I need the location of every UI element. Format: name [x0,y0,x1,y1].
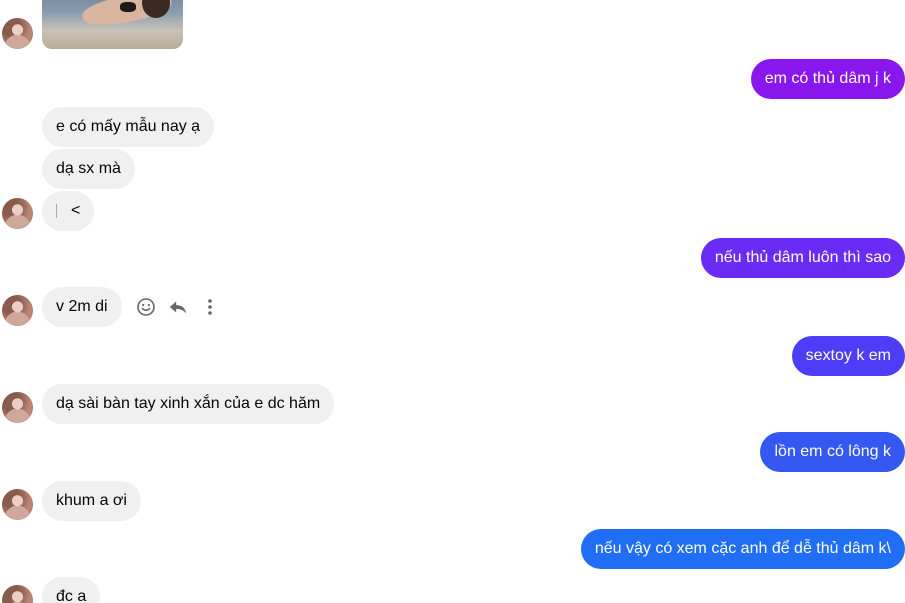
shared-photo[interactable] [42,0,183,49]
outgoing-message[interactable]: lồn em có lông k [760,432,905,472]
contact-avatar[interactable] [2,18,33,49]
contact-avatar[interactable] [2,489,33,520]
reply-icon[interactable] [168,297,188,317]
chat-thread: em có thủ dâm j k e có mấy mẫu nay ạ dạ … [0,0,905,603]
incoming-message[interactable]: e có mấy mẫu nay ạ [42,107,215,147]
contact-avatar[interactable] [2,585,33,603]
outgoing-message[interactable]: sextoy k em [791,336,905,376]
incoming-message[interactable]: khum a ơi [42,481,141,521]
message-actions [136,293,220,321]
text-cursor [56,203,57,218]
contact-avatar[interactable] [2,198,33,229]
more-vertical-icon[interactable] [200,297,220,317]
incoming-message[interactable]: dạ sài bàn tay xinh xắn của e dc hăm [42,384,335,424]
contact-avatar[interactable] [2,392,33,423]
outgoing-message[interactable]: nếu thủ dâm luôn thì sao [700,238,905,278]
outgoing-message[interactable]: nếu vậy có xem cặc anh để dễ thủ dâm k\ [580,529,905,569]
incoming-message[interactable]: đc a [42,577,101,603]
incoming-message[interactable]: v 2m di [42,287,122,327]
incoming-message[interactable]: < [42,191,95,231]
message-text: < [71,202,81,219]
incoming-message[interactable]: dạ sx mà [42,149,135,189]
photo-detail [120,2,136,12]
contact-avatar[interactable] [2,295,33,326]
smiley-icon[interactable] [136,297,156,317]
outgoing-message[interactable]: em có thủ dâm j k [750,59,905,99]
